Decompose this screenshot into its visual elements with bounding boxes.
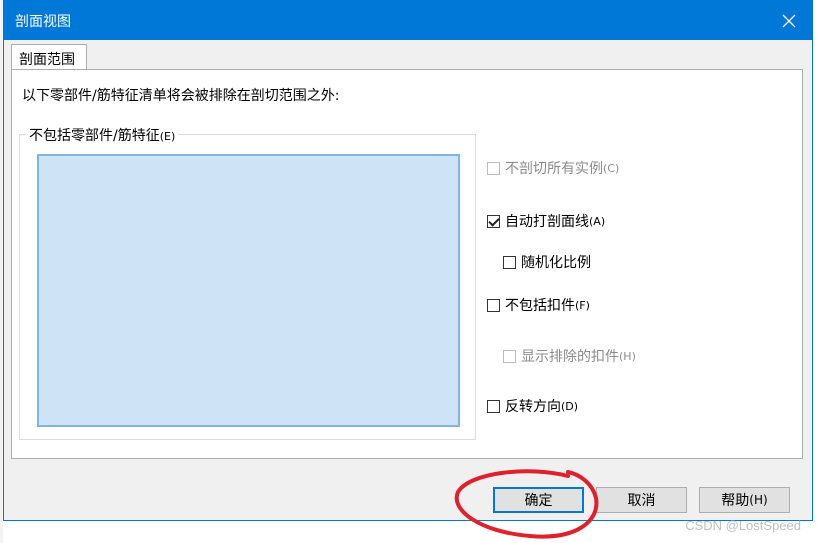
red-circle-annotation (454, 469, 599, 539)
option-no-section-all-instances[interactable]: 不剖切所有实例 (C) (487, 158, 619, 178)
checkmark-icon (488, 214, 500, 227)
option-flip-direction[interactable]: 反转方向 (D) (487, 396, 578, 416)
section-view-dialog: 剖面视图 剖面范围 以下零部件/筋特征清单将会被排除在剖切范围之外: 不包括零部… (3, 0, 813, 521)
option-auto-hatching[interactable]: 自动打剖面线 (A) (487, 211, 605, 231)
option-show-excluded-fasteners[interactable]: 显示排除的扣件 (H) (503, 346, 636, 366)
tab-section-scope[interactable]: 剖面范围 (11, 44, 87, 71)
window-title: 剖面视图 (15, 14, 71, 30)
checkbox-checked[interactable] (487, 214, 500, 228)
checkbox[interactable] (487, 161, 500, 175)
group-label: 不包括零部件/筋特征(E) (26, 125, 179, 145)
checkbox[interactable] (503, 349, 516, 363)
panel-description: 以下零部件/筋特征清单将会被排除在剖切范围之外: (22, 88, 340, 104)
checkbox[interactable] (487, 399, 500, 413)
close-icon (782, 14, 796, 27)
title-bar[interactable]: 剖面视图 (4, 1, 812, 40)
watermark: CSDN @LostSpeed (685, 518, 801, 533)
option-exclude-fasteners[interactable]: 不包括扣件 (F) (487, 295, 590, 315)
checkbox[interactable] (487, 298, 500, 312)
tab-panel: 以下零部件/筋特征清单将会被排除在剖切范围之外: 不包括零部件/筋特征(E) 不… (11, 69, 803, 459)
option-randomize-scale[interactable]: 随机化比例 (503, 252, 591, 272)
help-button[interactable]: 帮助 (H) (699, 487, 790, 513)
close-button[interactable] (766, 1, 812, 40)
excluded-components-list[interactable] (37, 154, 460, 427)
tab-label: 剖面范围 (19, 52, 75, 68)
checkbox[interactable] (503, 255, 516, 269)
